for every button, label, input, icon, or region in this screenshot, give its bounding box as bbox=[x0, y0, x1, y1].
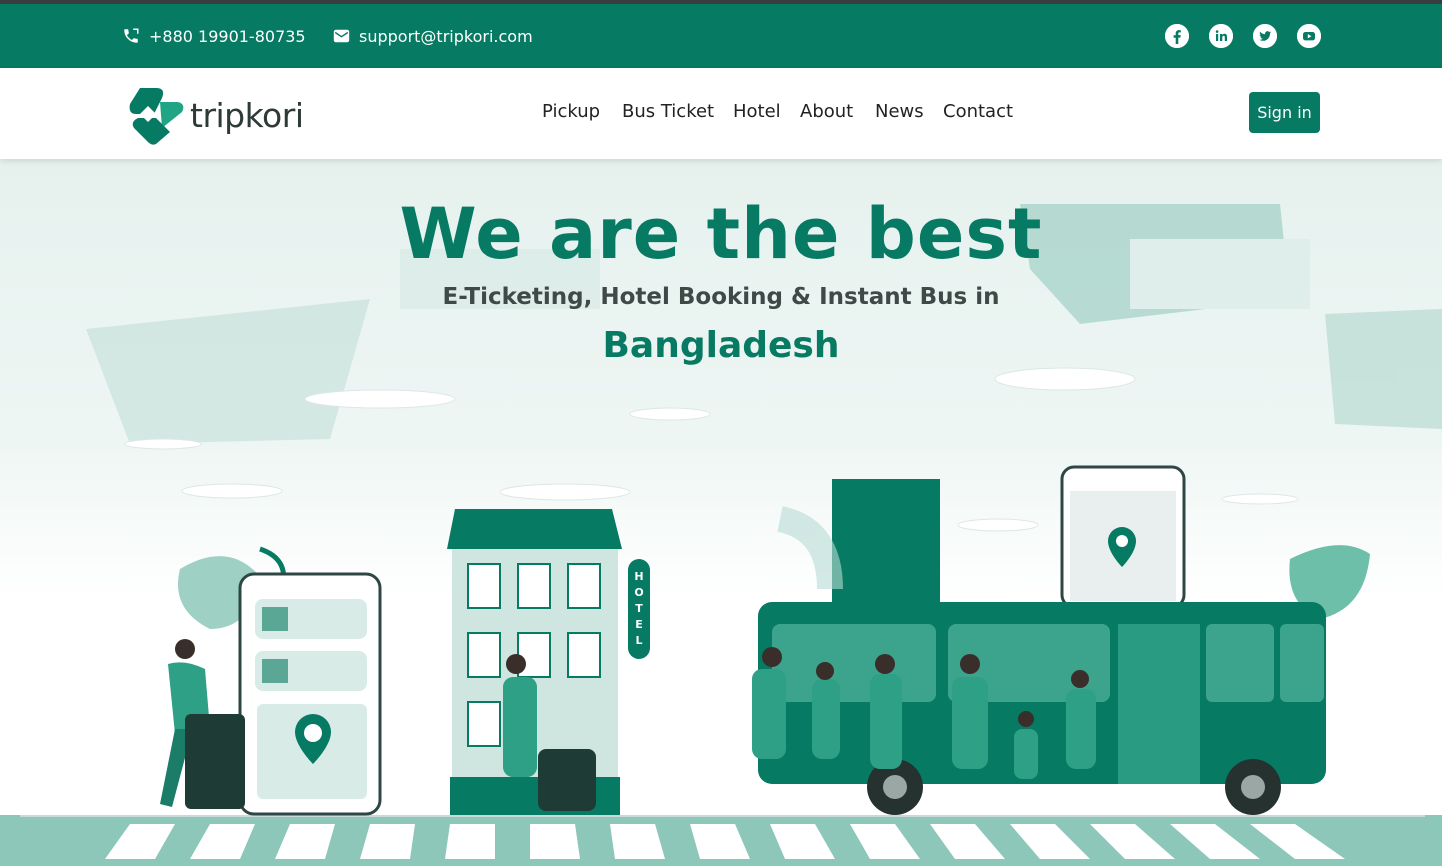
phone-icon bbox=[124, 28, 139, 43]
mail-icon bbox=[333, 29, 350, 43]
hotel-sign-letter: H bbox=[634, 570, 644, 583]
hotel-sign: H O T E L bbox=[628, 569, 650, 649]
linkedin-icon[interactable] bbox=[1209, 24, 1233, 48]
hotel-sign-letter: O bbox=[634, 586, 644, 599]
main-navbar: tripkori Pickup Bus Ticket Hotel About N… bbox=[0, 68, 1442, 159]
email-address: support@tripkori.com bbox=[359, 26, 533, 46]
office-building bbox=[832, 479, 940, 609]
phone-number: +880 19901-80735 bbox=[149, 26, 306, 46]
traveler-woman bbox=[160, 639, 245, 809]
nav-item-contact[interactable]: Contact bbox=[943, 101, 1013, 122]
hero-subtitle: E-Ticketing, Hotel Booking & Instant Bus… bbox=[442, 284, 1000, 310]
hotel-sign-letter: L bbox=[635, 634, 643, 647]
nav-item-pickup[interactable]: Pickup bbox=[542, 101, 600, 122]
hero-section: We are the best E-Ticketing, Hotel Booki… bbox=[0, 159, 1442, 866]
map-phone-illustration bbox=[1060, 465, 1186, 609]
hotel-sign-letter: E bbox=[635, 618, 643, 631]
brand-wordmark: tripkori bbox=[190, 95, 304, 135]
phone-contact[interactable]: +880 19901-80735 bbox=[122, 4, 306, 68]
twitter-icon[interactable] bbox=[1253, 24, 1277, 48]
hero-title: We are the best bbox=[399, 193, 1043, 275]
tripkori-logo-icon bbox=[129, 88, 184, 145]
nav-item-bus-ticket[interactable]: Bus Ticket bbox=[622, 101, 714, 122]
youtube-icon[interactable] bbox=[1297, 24, 1321, 48]
bus bbox=[758, 602, 1326, 815]
hotel-sign-letter: T bbox=[635, 602, 643, 615]
booking-phone-illustration bbox=[238, 572, 382, 816]
email-contact[interactable]: support@tripkori.com bbox=[333, 4, 533, 68]
nav-item-hotel[interactable]: Hotel bbox=[733, 101, 781, 122]
hero-country: Bangladesh bbox=[602, 325, 840, 366]
brand-logo[interactable]: tripkori bbox=[126, 84, 304, 146]
sign-in-button[interactable]: Sign in bbox=[1249, 92, 1320, 133]
facebook-icon[interactable] bbox=[1165, 24, 1189, 48]
top-contact-bar: +880 19901-80735 support@tripkori.com bbox=[0, 4, 1442, 68]
nav-item-about[interactable]: About bbox=[800, 101, 853, 122]
nav-item-news[interactable]: News bbox=[875, 101, 924, 122]
